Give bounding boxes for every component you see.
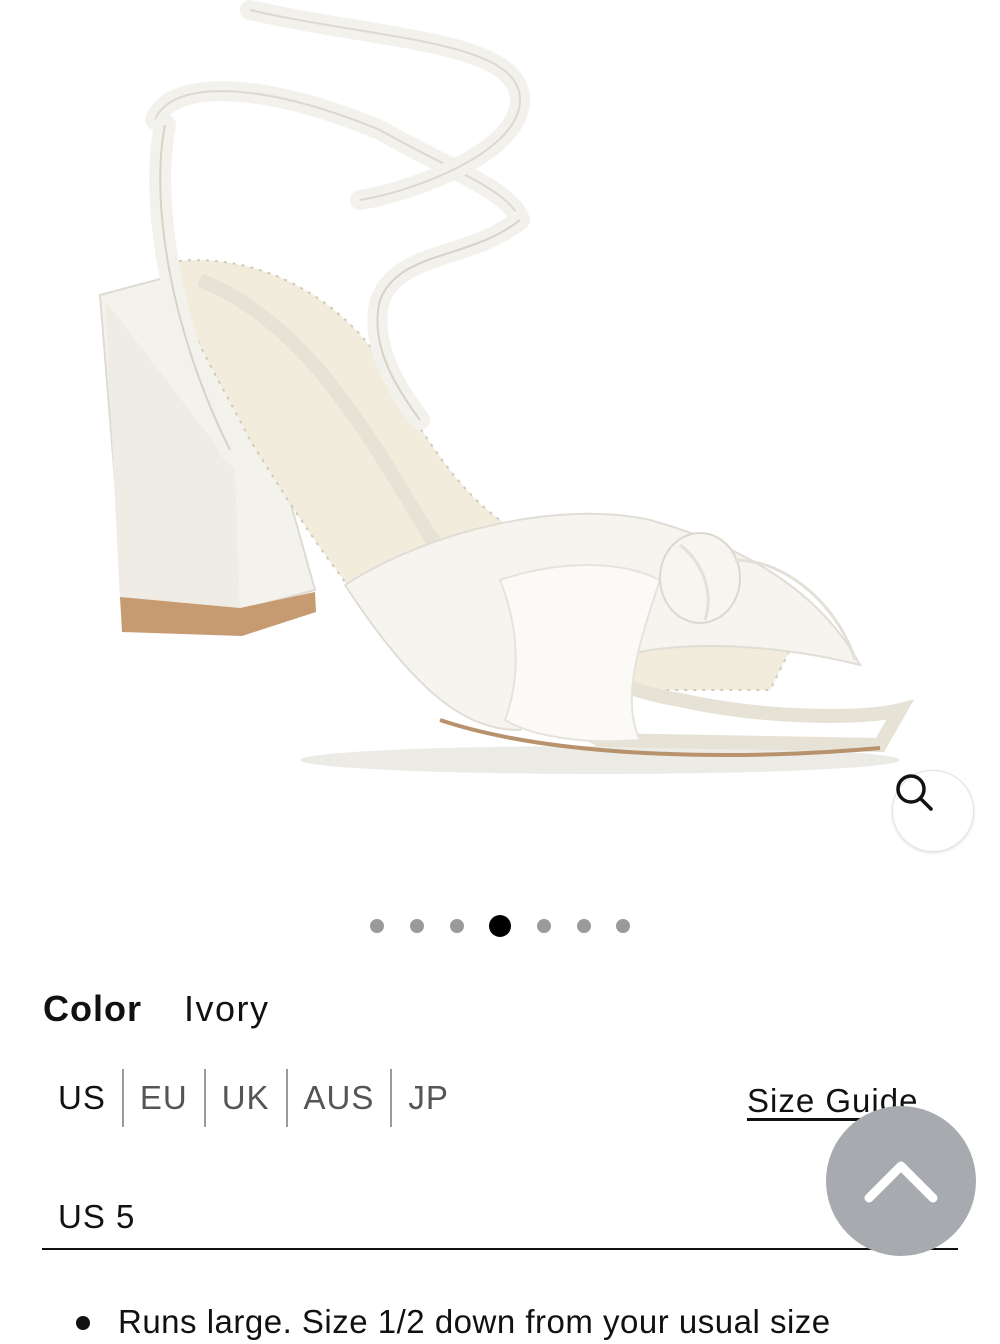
product-notes: Runs large. Size 1/2 down from your usua… xyxy=(70,1300,970,1344)
product-image[interactable] xyxy=(0,0,1000,880)
gallery-dot[interactable] xyxy=(450,919,464,933)
gallery-dot[interactable] xyxy=(370,919,384,933)
zoom-button[interactable] xyxy=(892,770,974,852)
magnifier-icon xyxy=(896,774,933,811)
gallery-dot[interactable] xyxy=(489,915,511,937)
note-text: Runs large. Size 1/2 down from your usua… xyxy=(118,1303,831,1340)
color-value: Ivory xyxy=(184,988,270,1029)
chevron-up-icon xyxy=(864,1161,938,1203)
size-tab-eu[interactable]: EU xyxy=(121,1069,204,1127)
size-select[interactable]: US 5 xyxy=(42,1182,958,1250)
size-tab-us[interactable]: US xyxy=(42,1069,122,1127)
gallery-dot[interactable] xyxy=(410,919,424,933)
gallery-dot[interactable] xyxy=(537,919,551,933)
gallery-dot[interactable] xyxy=(616,919,630,933)
size-tab-uk[interactable]: UK xyxy=(203,1069,286,1127)
color-label: Color xyxy=(43,988,142,1029)
gallery-dot[interactable] xyxy=(577,919,591,933)
selected-size: US 5 xyxy=(58,1198,136,1235)
sandal-illustration xyxy=(98,0,915,774)
color-row: Color Ivory xyxy=(43,988,270,1030)
list-item: Runs large. Size 1/2 down from your usua… xyxy=(70,1300,970,1344)
size-system-tabs: US EU UK AUS JP xyxy=(42,1068,465,1128)
size-tab-aus[interactable]: AUS xyxy=(285,1069,391,1127)
bullet-icon xyxy=(76,1316,90,1330)
back-to-top-button[interactable] xyxy=(826,1106,976,1256)
gallery-pagination xyxy=(0,914,1000,938)
size-tab-jp[interactable]: JP xyxy=(390,1069,465,1127)
